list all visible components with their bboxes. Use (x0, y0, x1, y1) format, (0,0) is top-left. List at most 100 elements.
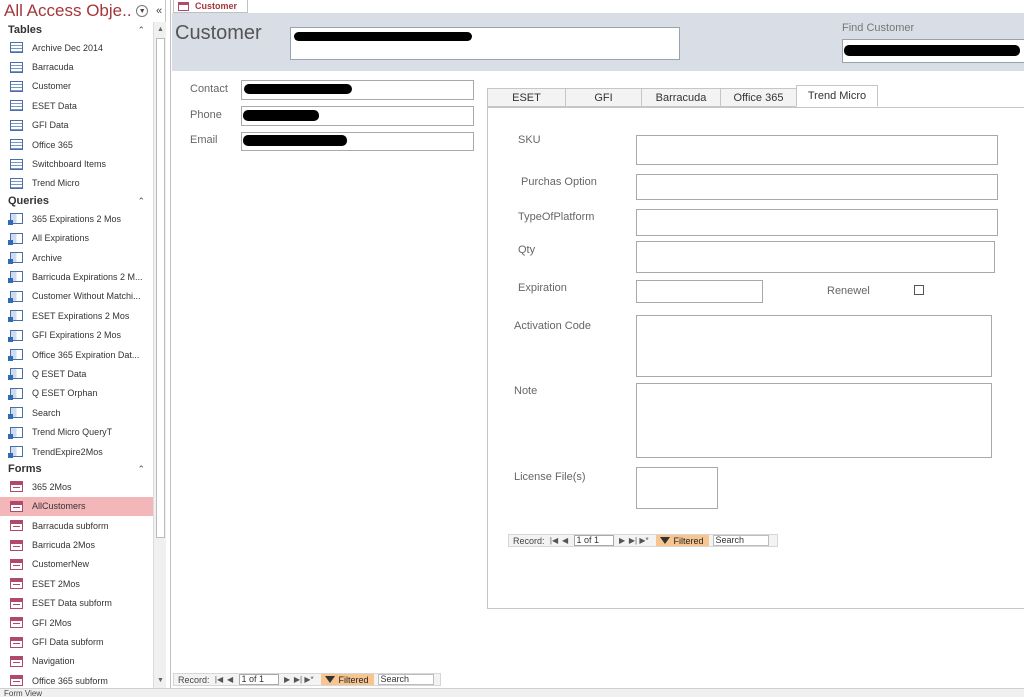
nav-item-label: CustomerNew (32, 559, 90, 570)
form-icon (10, 481, 23, 493)
nav-item-label: Q ESET Orphan (32, 388, 98, 399)
nav-item[interactable]: TrendExpire2Mos (0, 442, 153, 461)
nav-item[interactable]: GFI Data (0, 116, 153, 135)
table-icon (10, 61, 23, 73)
form-icon (178, 1, 189, 11)
nav-item[interactable]: Office 365 (0, 135, 153, 154)
nav-group-header[interactable]: Forms ⌃ (0, 461, 153, 477)
nav-item[interactable]: GFI Data subform (0, 632, 153, 651)
platform-field[interactable] (636, 209, 998, 236)
qty-field[interactable] (636, 241, 995, 273)
nav-group-label: Tables (8, 24, 43, 36)
last-record-icon[interactable]: ▶| (628, 536, 639, 545)
nav-item[interactable]: GFI 2Mos (0, 613, 153, 632)
nav-item[interactable]: 365 Expirations 2 Mos (0, 209, 153, 228)
expiration-field[interactable] (636, 280, 763, 303)
shutter-bar-close-icon[interactable]: « (153, 5, 165, 17)
redaction (844, 45, 1020, 56)
nav-item[interactable]: Archive (0, 248, 153, 267)
scroll-up-icon[interactable]: ▲ (154, 23, 167, 36)
query-icon (8, 426, 23, 439)
filtered-toggle[interactable]: Filtered (320, 674, 374, 685)
nav-item[interactable]: Switchboard Items (0, 154, 153, 173)
next-record-icon[interactable]: ▶ (282, 675, 293, 684)
nav-item[interactable]: Trend Micro QueryT (0, 422, 153, 441)
nav-item[interactable]: All Expirations (0, 229, 153, 248)
nav-item[interactable]: ESET Expirations 2 Mos (0, 306, 153, 325)
new-record-icon[interactable]: ▶* (639, 536, 650, 545)
form-icon (10, 597, 23, 609)
scroll-thumb[interactable] (156, 38, 165, 538)
nav-object-list: Tables ⌃ Archive Dec 2014 Barracuda Customer… (0, 22, 153, 691)
renewal-checkbox[interactable] (914, 285, 924, 295)
note-field[interactable] (636, 383, 992, 458)
nav-item[interactable]: Customer (0, 77, 153, 96)
form-record-navigator: Record: |◀ ◀ 1 of 1 ▶ ▶| ▶* Filtered Sea… (173, 673, 441, 686)
contact-field[interactable] (241, 80, 474, 100)
tab-gfi[interactable]: GFI (565, 88, 642, 107)
nav-title[interactable]: All Access Obje... (4, 1, 132, 21)
nav-item[interactable]: Navigation (0, 652, 153, 671)
sku-field[interactable] (636, 135, 998, 165)
phone-field[interactable] (241, 106, 474, 126)
tab-office-365[interactable]: Office 365 (720, 88, 797, 107)
nav-group-header[interactable]: Queries ⌃ (0, 193, 153, 209)
purchase-option-field[interactable] (636, 174, 998, 200)
chevron-up-icon[interactable]: ⌃ (137, 196, 145, 207)
nav-item[interactable]: ESET Data subform (0, 594, 153, 613)
tab-eset[interactable]: ESET (487, 88, 566, 107)
tab-barracuda[interactable]: Barracuda (641, 88, 721, 107)
last-record-icon[interactable]: ▶| (293, 675, 304, 684)
nav-item-label: GFI Data subform (32, 637, 104, 648)
nav-item[interactable]: GFI Expirations 2 Mos (0, 325, 153, 344)
query-icon (8, 368, 23, 381)
nav-item[interactable]: Barricuda 2Mos (0, 535, 153, 554)
next-record-icon[interactable]: ▶ (617, 536, 628, 545)
renewal-label: Renewel (827, 285, 870, 297)
status-bar: Form View (0, 688, 1024, 697)
nav-item[interactable]: Archive Dec 2014 (0, 38, 153, 57)
nav-item[interactable]: AllCustomers (0, 496, 153, 516)
tab-trend-micro[interactable]: Trend Micro (796, 85, 878, 107)
nav-item[interactable]: Barracuda subform (0, 516, 153, 535)
nav-item[interactable]: 365 2Mos (0, 477, 153, 496)
prev-record-icon[interactable]: ◀ (560, 536, 571, 545)
record-search-input[interactable]: Search (712, 535, 769, 546)
activation-code-field[interactable] (636, 315, 992, 377)
nav-group-label: Forms (8, 463, 42, 476)
filtered-label: Filtered (673, 535, 704, 546)
nav-item[interactable]: Trend Micro (0, 174, 153, 193)
first-record-icon[interactable]: |◀ (549, 536, 560, 545)
scroll-down-icon[interactable]: ▼ (154, 674, 167, 687)
nav-item[interactable]: ESET 2Mos (0, 574, 153, 593)
nav-item[interactable]: Office 365 Expiration Dat... (0, 345, 153, 364)
license-files-attachment[interactable] (636, 467, 718, 509)
nav-item-label: Archive (32, 252, 63, 263)
nav-item[interactable]: Barricuda Expirations 2 M... (0, 267, 153, 286)
nav-item[interactable]: Q ESET Orphan (0, 384, 153, 403)
chevron-up-icon[interactable]: ⌃ (137, 464, 145, 475)
current-record-field[interactable]: 1 of 1 (238, 674, 279, 685)
document-tab-customer[interactable]: Customer (173, 0, 249, 13)
find-customer-combo[interactable] (842, 39, 1024, 63)
chevron-up-icon[interactable]: ⌃ (137, 25, 145, 36)
prev-record-icon[interactable]: ◀ (225, 675, 236, 684)
new-record-icon[interactable]: ▶* (304, 675, 315, 684)
customer-name-field[interactable] (290, 27, 680, 60)
nav-item[interactable]: Barracuda (0, 57, 153, 76)
nav-item[interactable]: CustomerNew (0, 555, 153, 574)
nav-item-label: ESET Data subform (32, 598, 112, 609)
nav-item[interactable]: Customer Without Matchi... (0, 287, 153, 306)
nav-item[interactable]: ESET Data (0, 96, 153, 115)
chevron-down-icon[interactable]: ▼ (136, 5, 149, 17)
nav-group-header[interactable]: Tables ⌃ (0, 22, 153, 38)
nav-item[interactable]: Q ESET Data (0, 364, 153, 383)
nav-item-label: Office 365 subform (32, 675, 108, 686)
nav-scrollbar[interactable]: ▲ ▼ (153, 22, 166, 688)
current-record-field[interactable]: 1 of 1 (573, 535, 614, 546)
record-search-input[interactable]: Search (377, 674, 434, 685)
first-record-icon[interactable]: |◀ (214, 675, 225, 684)
filtered-toggle[interactable]: Filtered (655, 535, 709, 546)
nav-item[interactable]: Search (0, 403, 153, 422)
email-field[interactable] (241, 132, 474, 151)
